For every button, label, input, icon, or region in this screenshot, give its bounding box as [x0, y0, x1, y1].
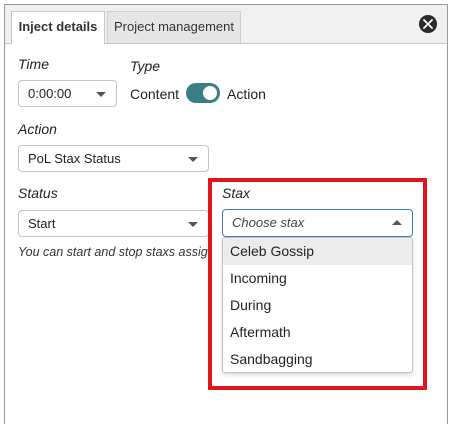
action-select[interactable]: PoL Stax Status — [18, 145, 209, 172]
tab-bar: Inject details Project management — [5, 5, 447, 44]
chevron-down-icon — [188, 222, 198, 227]
action-label: Action — [18, 121, 57, 137]
time-value: 0:00:00 — [28, 86, 72, 101]
hint-text: You can start and stop staxs assig — [18, 245, 208, 259]
status-select[interactable]: Start — [18, 210, 209, 237]
status-label: Status — [18, 185, 58, 201]
type-label: Type — [130, 58, 161, 74]
toggle-knob — [203, 86, 217, 100]
tab-inject-details[interactable]: Inject details — [11, 11, 105, 44]
highlight-box — [208, 178, 427, 390]
close-icon[interactable] — [419, 15, 437, 33]
type-content-label: Content — [130, 86, 180, 102]
chevron-down-icon — [96, 92, 106, 97]
chevron-down-icon — [188, 157, 198, 162]
type-action-label: Action — [227, 86, 266, 102]
tab-project-management[interactable]: Project management — [107, 11, 241, 43]
status-value: Start — [28, 216, 56, 231]
action-value: PoL Stax Status — [28, 151, 121, 166]
type-toggle[interactable] — [186, 83, 220, 103]
time-select[interactable]: 0:00:00 — [18, 80, 117, 107]
time-label: Time — [18, 56, 49, 72]
